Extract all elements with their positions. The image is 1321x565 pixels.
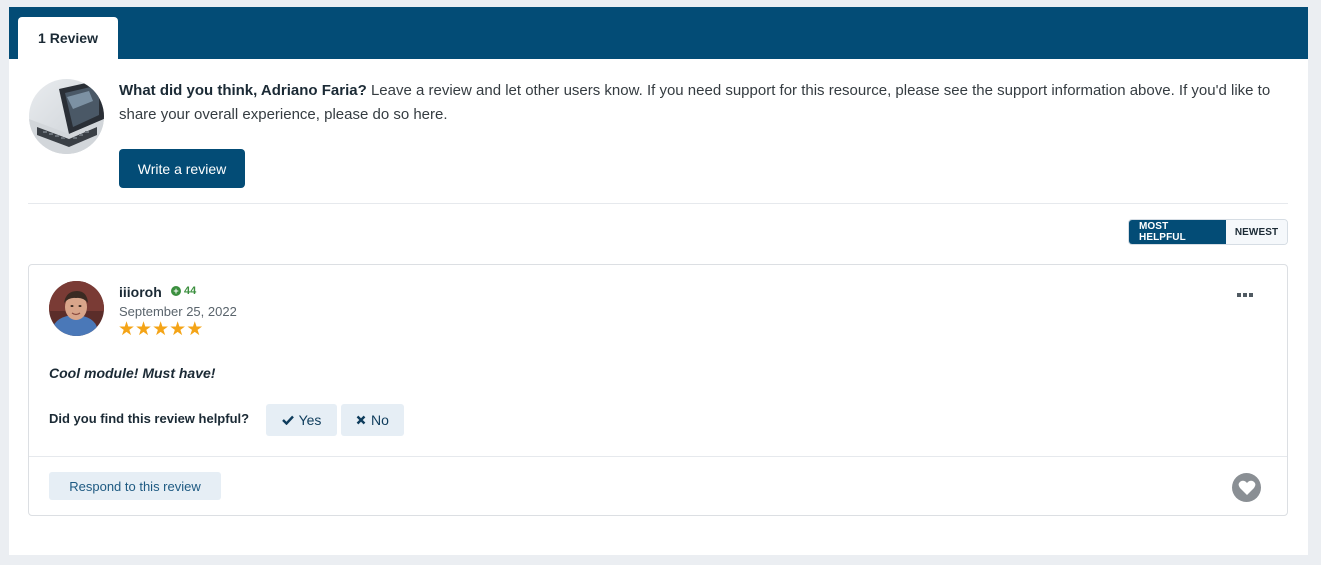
helpful-yes-button[interactable]: Yes xyxy=(266,404,337,436)
reputation-count: 44 xyxy=(184,285,197,297)
tab-bar: 1 Review xyxy=(9,7,1308,59)
helpful-no-button[interactable]: No xyxy=(341,404,404,436)
review-card: iiioroh + 44 September 25, 2022 ★ ★ ★ ★ ★ Co… xyxy=(28,264,1288,516)
reviewer-avatar[interactable] xyxy=(49,281,104,336)
helpful-no-label: No xyxy=(371,412,389,428)
star-icon: ★ xyxy=(152,319,170,340)
plus-circle-icon: + xyxy=(171,286,181,296)
sort-newest-button[interactable]: NEWEST xyxy=(1226,220,1287,244)
review-date: September 25, 2022 xyxy=(119,304,237,319)
review-prompt: What did you think, Adriano Faria? Leave… xyxy=(119,79,1279,127)
sort-newest-label: NEWEST xyxy=(1234,226,1279,238)
section-divider xyxy=(28,203,1288,204)
respond-review-label: Respond to this review xyxy=(69,478,201,494)
reputation-badge: + 44 xyxy=(171,285,196,297)
star-icon: ★ xyxy=(186,319,204,340)
helpful-yes-label: Yes xyxy=(298,412,322,428)
reviews-panel: 1 Review What did you think, Adriano Far… xyxy=(9,7,1308,555)
review-prompt-question: What did you think, Adriano Faria? xyxy=(119,82,367,99)
review-body: Cool module! Must have! xyxy=(49,365,216,381)
star-icon: ★ xyxy=(135,319,153,340)
write-review-label: Write a review xyxy=(137,160,227,177)
x-icon xyxy=(356,412,366,428)
current-user-avatar xyxy=(29,79,104,154)
sort-most-helpful-label: MOST HELPFUL xyxy=(1139,221,1186,243)
review-sort-toggle: MOST HELPFUL NEWEST xyxy=(1128,219,1288,245)
star-rating: ★ ★ ★ ★ ★ xyxy=(118,320,203,340)
review-menu-ellipsis-icon[interactable] xyxy=(1237,285,1253,302)
tab-reviews[interactable]: 1 Review xyxy=(18,17,118,59)
tab-label: 1 Review xyxy=(38,30,98,46)
star-icon: ★ xyxy=(169,319,187,340)
sort-most-helpful-button[interactable]: MOST HELPFUL xyxy=(1129,220,1226,244)
card-divider xyxy=(29,456,1287,457)
reviewer-name[interactable]: iiioroh xyxy=(119,284,162,300)
respond-review-button[interactable]: Respond to this review xyxy=(49,472,221,500)
check-icon xyxy=(281,412,294,428)
reaction-heart-icon[interactable] xyxy=(1232,473,1261,502)
write-review-button[interactable]: Write a review xyxy=(119,149,245,188)
helpful-question: Did you find this review helpful? xyxy=(49,411,250,426)
star-icon: ★ xyxy=(118,319,136,340)
